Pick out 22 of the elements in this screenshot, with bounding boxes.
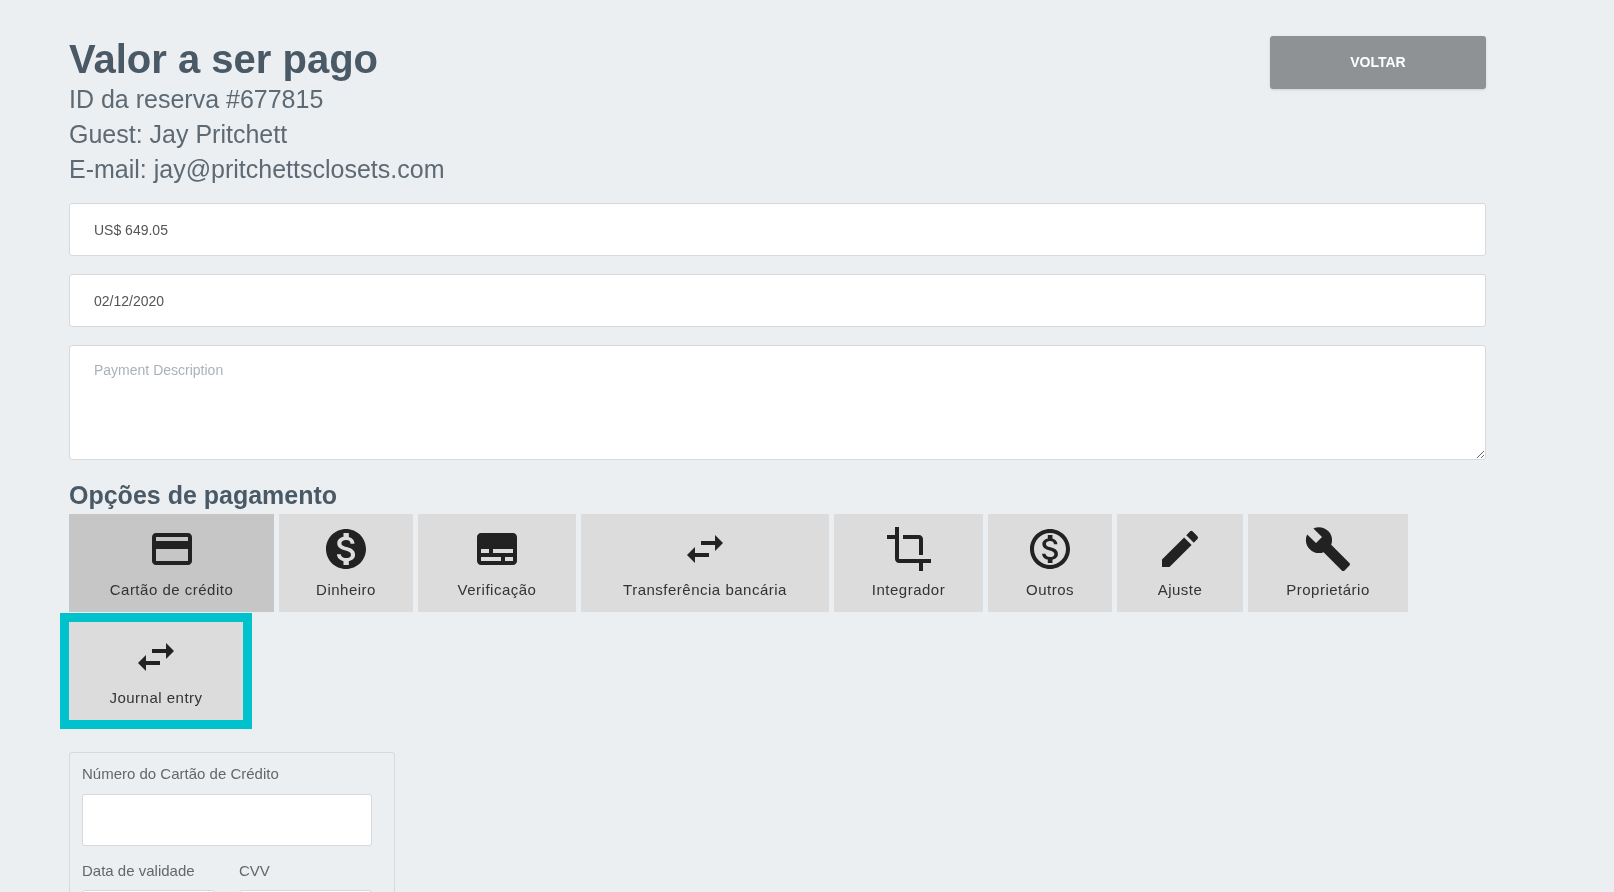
page-title: Valor a ser pago	[69, 36, 380, 82]
amount-field[interactable]: US$ 649.05	[69, 203, 1486, 256]
reservation-id: ID da reserva #677815	[69, 84, 325, 115]
description-field[interactable]: Payment Description	[69, 345, 1486, 460]
field-label: Data de validade	[82, 860, 196, 881]
payment-option-tile[interactable]: Ajuste	[1117, 514, 1243, 612]
payment-option-tile[interactable]: Integrador	[834, 514, 983, 612]
crop-icon	[884, 524, 933, 573]
payment-option-tile[interactable]: Outros	[988, 514, 1112, 612]
guest-name: Guest: Jay Pritchett	[69, 119, 289, 150]
payment-option-tile[interactable]: Proprietário	[1248, 514, 1408, 612]
payment-option-tile[interactable]: Transferência bancária	[581, 514, 829, 612]
payment-option-tile[interactable]: Dinheiro	[279, 514, 413, 612]
date-field[interactable]: 02/12/2020	[69, 274, 1486, 327]
wrench-icon	[1304, 524, 1352, 573]
field-label: Número do Cartão de Crédito	[82, 764, 280, 784]
payment-option-tile[interactable]: Cartão de crédito	[69, 514, 274, 612]
payment-option-tile[interactable]: Verificação	[418, 514, 576, 612]
field-label: CVV	[239, 860, 271, 881]
guest-email: E-mail: jay@pritchettsclosets.com	[69, 154, 445, 185]
card-number-field[interactable]	[82, 793, 372, 846]
section-title: Opções de pagamento	[69, 480, 339, 510]
